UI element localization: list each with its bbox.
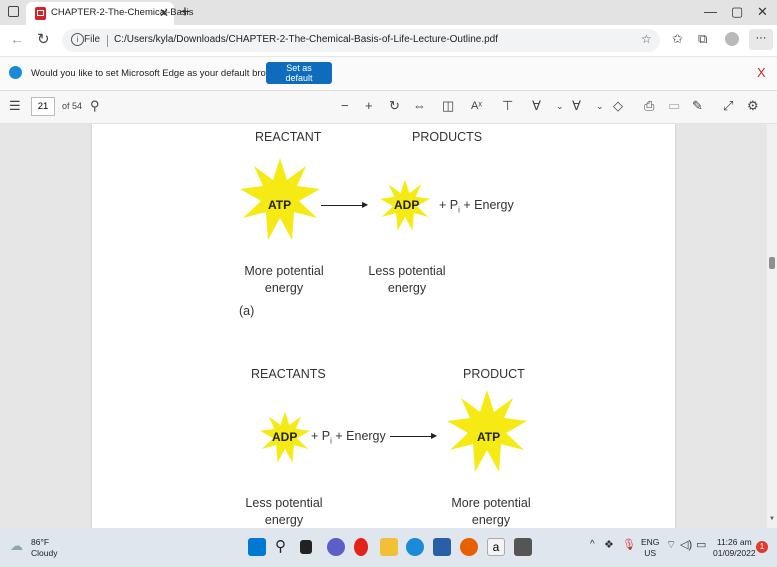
chat-icon[interactable] [327, 538, 345, 556]
rotate-icon[interactable]: ↻ [389, 98, 400, 114]
chevron-up-icon[interactable]: ^ [590, 539, 595, 550]
chevron-down-icon[interactable]: ⌄ [556, 98, 564, 114]
scrollbar-thumb[interactable] [769, 257, 775, 269]
wifi-icon[interactable]: ⌔ [666, 538, 676, 552]
file-label: File [84, 34, 101, 45]
scroll-down-icon[interactable]: ▼ [769, 516, 775, 522]
adp-star-label: ADP [272, 430, 298, 444]
save-icon[interactable]: ▭ [668, 98, 680, 114]
less-potential-caption: Less potential energy [245, 496, 323, 527]
draw-icon[interactable]: ∀ [572, 98, 581, 114]
browser-tab[interactable]: CHAPTER-2-The-Chemical-Basis ✕ [26, 2, 194, 25]
notification-badge[interactable]: 1 [756, 541, 768, 553]
file-explorer-icon[interactable] [380, 538, 398, 556]
camera-icon[interactable] [514, 538, 532, 556]
reaction-arrow [390, 436, 434, 437]
microphone-icon[interactable]: 🎙 [622, 538, 636, 551]
firefox-icon[interactable] [460, 538, 478, 556]
set-default-button[interactable]: Set as default [266, 62, 332, 84]
default-browser-infobar: Would you like to set Microsoft Edge as … [0, 57, 777, 91]
cloud-icon: ☁ [10, 538, 23, 553]
atp-star-label: ATP [268, 198, 292, 212]
task-view-icon[interactable] [300, 540, 312, 554]
back-icon[interactable]: ← [10, 31, 24, 47]
page-total: of 54 [62, 101, 83, 111]
tab-title: CHAPTER-2-The-Chemical-Basis [51, 7, 194, 18]
settings-menu-button[interactable]: ··· [749, 29, 773, 50]
search-icon[interactable]: ⚲ [275, 537, 286, 555]
dropbox-icon[interactable]: ❖ [604, 538, 614, 551]
zoom-in-icon[interactable]: + [365, 98, 373, 114]
fullscreen-icon[interactable]: ⤢ [723, 98, 733, 114]
phosphate-energy-text: + Pi + Energy [311, 429, 386, 446]
pdf-page: REACTANT PRODUCTS ATP ▶ ADP + Pi + Energ… [92, 124, 675, 528]
maximize-icon[interactable]: ▢ [731, 4, 743, 20]
favorite-star-icon[interactable]: ☆ [641, 32, 652, 46]
favorites-icon[interactable]: ✩ [672, 31, 683, 47]
arrowhead-icon: ▶ [362, 200, 369, 209]
pdf-file-icon [35, 7, 46, 20]
close-tab-icon[interactable]: ✕ [159, 6, 169, 20]
arrowhead-icon: ▶ [431, 431, 438, 440]
divider [107, 35, 108, 47]
zoom-out-icon[interactable]: − [341, 98, 349, 114]
atp-star-label: ATP [477, 430, 501, 444]
volume-icon[interactable]: ◁) [680, 538, 692, 551]
highlight-icon[interactable]: ∀ [532, 98, 541, 114]
contents-icon[interactable]: ☰ [9, 98, 21, 114]
page-number-input[interactable]: 21 [31, 97, 55, 116]
adp-star-label: ADP [394, 198, 420, 212]
close-window-icon[interactable]: ✕ [757, 4, 768, 20]
url-text[interactable]: C:/Users/kyla/Downloads/CHAPTER-2-The-Ch… [114, 34, 498, 45]
product-label: PRODUCT [463, 367, 525, 381]
add-text-icon[interactable]: ⊤ [502, 98, 513, 114]
more-potential-caption: More potential energy [451, 496, 531, 527]
collections-icon[interactable]: ⧉ [698, 31, 707, 47]
page-view-icon[interactable]: ◫ [442, 98, 454, 114]
language-indicator[interactable]: ENG US [641, 537, 659, 559]
battery-icon[interactable]: ▭ [696, 538, 706, 551]
document-viewer[interactable]: REACTANT PRODUCTS ATP ▶ ADP + Pi + Energ… [0, 124, 777, 528]
clock[interactable]: 11:26 am 01/09/2022 [713, 537, 756, 559]
minimize-icon[interactable]: — [704, 4, 717, 19]
opera-icon[interactable] [354, 538, 368, 556]
infobar-message: Would you like to set Microsoft Edge as … [31, 68, 292, 79]
phosphate-energy-text: + Pi + Energy [439, 198, 514, 215]
reactants-label: REACTANTS [251, 367, 326, 381]
gear-icon[interactable]: ⚙ [747, 98, 759, 114]
save-as-icon[interactable]: ✎ [692, 98, 703, 114]
address-bar-row: ← ↻ i File C:/Users/kyla/Downloads/CHAPT… [0, 25, 777, 57]
pdf-toolbar: ☰ 21 of 54 ⚲ − + ↻ ⇔ ◫ Aˣ ⊤ ∀ ⌄ ∀ ⌄ ◇ ⎙ … [0, 91, 777, 124]
tab-bar: CHAPTER-2-The-Chemical-Basis ✕ + — ▢ ✕ [0, 0, 777, 25]
fit-page-icon[interactable]: ⇔ [413, 98, 426, 114]
less-potential-caption: Less potential energy [368, 264, 446, 295]
reactant-label: REACTANT [255, 130, 322, 144]
chevron-down-icon[interactable]: ⌄ [596, 98, 604, 114]
tab-actions-icon[interactable] [8, 6, 19, 17]
reaction-arrow [321, 205, 365, 206]
vertical-scrollbar[interactable]: ▼ [767, 124, 777, 528]
taskbar: ☁ 86°F Cloudy ⚲ a ^ ❖ 🎙 ENG US ⌔ ◁) ▭ 11:2… [0, 528, 777, 567]
new-tab-button[interactable]: + [180, 2, 190, 22]
weather-widget[interactable]: 86°F Cloudy [31, 537, 57, 559]
profile-avatar[interactable] [725, 32, 739, 46]
store-icon[interactable] [433, 538, 451, 556]
refresh-icon[interactable]: ↻ [37, 30, 50, 48]
start-icon[interactable] [248, 538, 266, 556]
info-icon[interactable]: i [71, 33, 84, 46]
amazon-icon[interactable]: a [487, 538, 505, 556]
print-icon[interactable]: ⎙ [644, 98, 654, 114]
edge-icon[interactable] [406, 538, 424, 556]
more-potential-caption: More potential energy [244, 264, 324, 295]
edge-logo-icon [9, 66, 22, 79]
products-label: PRODUCTS [412, 130, 483, 144]
close-infobar-icon[interactable]: X [757, 65, 766, 80]
address-bar[interactable]: i File C:/Users/kyla/Downloads/CHAPTER-2… [62, 29, 660, 52]
figure-part-label: (a) [239, 304, 255, 318]
read-aloud-icon[interactable]: Aˣ [471, 98, 482, 114]
erase-icon[interactable]: ◇ [613, 98, 623, 114]
search-icon[interactable]: ⚲ [90, 98, 100, 114]
